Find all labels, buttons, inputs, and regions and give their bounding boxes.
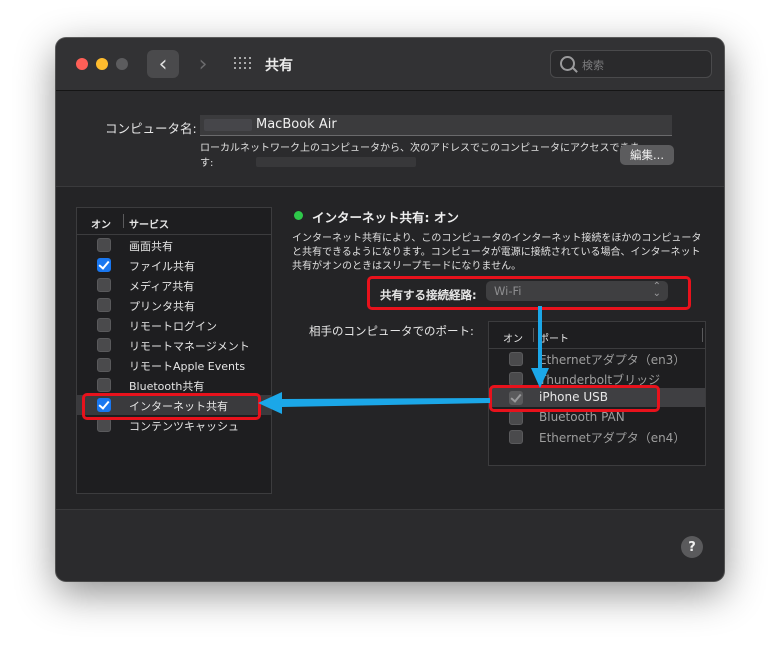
computer-name-value: MacBook Air <box>256 117 337 132</box>
service-row[interactable]: プリンタ共有 <box>77 295 271 315</box>
help-button[interactable]: ? <box>681 536 703 558</box>
connection-label: 共有する接続経路: <box>380 288 477 302</box>
service-label: リモートApple Events <box>129 360 246 373</box>
service-list-header: オン サービス <box>77 208 271 235</box>
service-label: ファイル共有 <box>129 260 195 273</box>
chevron-right-icon: › <box>198 51 208 77</box>
port-label: Thunderboltブリッジ <box>539 372 661 387</box>
minimize-window-button[interactable] <box>96 58 108 70</box>
service-checkbox[interactable] <box>97 278 111 292</box>
zoom-window-button[interactable] <box>116 58 128 70</box>
service-label: インターネット共有 <box>129 400 228 413</box>
port-checkbox[interactable] <box>509 430 523 444</box>
port-checkbox[interactable] <box>509 371 523 386</box>
header-on: オン <box>91 220 111 231</box>
status-text: インターネット共有: オン <box>312 210 459 225</box>
service-label: 画面共有 <box>129 240 173 253</box>
service-label: Bluetooth共有 <box>129 380 205 393</box>
service-row[interactable]: Bluetooth共有 <box>77 375 271 395</box>
service-label: プリンタ共有 <box>129 300 195 313</box>
service-checkbox[interactable] <box>97 398 111 412</box>
port-row[interactable]: Thunderboltブリッジ <box>489 369 705 388</box>
port-header-port: ポート <box>539 334 569 345</box>
redacted-text <box>204 119 252 131</box>
chevron-left-icon: ‹ <box>158 51 168 77</box>
service-label: メディア共有 <box>129 280 195 293</box>
port-row[interactable]: Ethernetアダプタ（en3） <box>489 349 705 368</box>
service-description: インターネット共有により、このコンピュータのインターネット接続をほかのコンピュー… <box>292 233 702 272</box>
close-window-button[interactable] <box>76 58 88 70</box>
search-placeholder: 検索 <box>582 59 604 72</box>
header-service: サービス <box>129 220 169 231</box>
port-list: オン ポート Ethernetアダプタ（en3） Thunderboltブリッジ i… <box>488 321 706 466</box>
sharing-window: ‹ › 共有 検索 コンピュータ名: MacBook Air ローカルネットワー… <box>56 38 724 581</box>
redacted-address <box>256 157 416 167</box>
port-label: iPhone USB <box>539 390 608 404</box>
window-title: 共有 <box>265 58 293 74</box>
service-row[interactable]: インターネット共有 <box>77 395 271 415</box>
service-row[interactable]: コンテンツキャッシュ <box>77 415 271 435</box>
service-checkbox[interactable] <box>97 338 111 352</box>
port-row[interactable]: Bluetooth PAN <box>489 408 705 427</box>
service-row[interactable]: ファイル共有 <box>77 255 271 275</box>
port-checkbox[interactable] <box>509 391 523 405</box>
connection-value: Wi-Fi <box>494 284 522 298</box>
connection-select[interactable]: Wi-Fi ⌃ ⌄ <box>486 281 668 301</box>
service-row[interactable]: 画面共有 <box>77 235 271 255</box>
service-list: オン サービス 画面共有ファイル共有 メディア共有 プリンタ共有リモートログインリモ… <box>76 207 272 494</box>
titlebar: ‹ › 共有 検索 <box>56 38 724 91</box>
service-checkbox[interactable] <box>97 378 111 392</box>
service-row[interactable]: メディア共有 <box>77 275 271 295</box>
computer-name-field[interactable]: MacBook Air <box>200 115 672 136</box>
service-checkbox[interactable] <box>97 418 111 432</box>
service-label: コンテンツキャッシュ <box>129 420 239 433</box>
status-indicator <box>294 211 303 220</box>
edit-button[interactable]: 編集... <box>620 145 674 165</box>
port-header-on: オン <box>503 334 523 345</box>
service-checkbox[interactable] <box>97 318 111 332</box>
show-all-grid-icon[interactable] <box>234 57 251 70</box>
service-row[interactable]: リモートマネージメント <box>77 335 271 355</box>
computer-name-label: コンピュータ名: <box>105 121 197 136</box>
port-label: Ethernetアダプタ（en3） <box>539 353 686 367</box>
port-label: Ethernetアダプタ（en4） <box>539 431 686 445</box>
port-checkbox[interactable] <box>509 352 523 366</box>
back-button[interactable]: ‹ <box>147 50 179 78</box>
service-checkbox[interactable] <box>97 358 111 372</box>
ports-label: 相手のコンピュータでのポート: <box>309 324 474 338</box>
port-row[interactable]: Ethernetアダプタ（en4） <box>489 427 705 446</box>
service-row[interactable]: リモートApple Events <box>77 355 271 375</box>
service-label: リモートログイン <box>129 320 217 333</box>
search-icon <box>560 56 575 71</box>
service-checkbox[interactable] <box>97 238 111 252</box>
forward-button[interactable]: › <box>187 50 219 78</box>
port-list-header: オン ポート <box>489 322 705 349</box>
search-field[interactable]: 検索 <box>550 50 712 78</box>
port-label: Bluetooth PAN <box>539 409 625 424</box>
service-label: リモートマネージメント <box>129 340 250 353</box>
service-checkbox[interactable] <box>97 258 111 272</box>
service-row[interactable]: リモートログイン <box>77 315 271 335</box>
computer-name-section: コンピュータ名: MacBook Air ローカルネットワーク上のコンピュータか… <box>56 91 724 186</box>
port-row[interactable]: iPhone USB <box>489 388 705 407</box>
port-checkbox[interactable] <box>509 410 523 425</box>
sharing-panel: オン サービス 画面共有ファイル共有 メディア共有 プリンタ共有リモートログインリモ… <box>56 186 724 510</box>
updown-chevron-icon: ⌃ ⌄ <box>652 281 661 299</box>
service-checkbox[interactable] <box>97 298 111 312</box>
